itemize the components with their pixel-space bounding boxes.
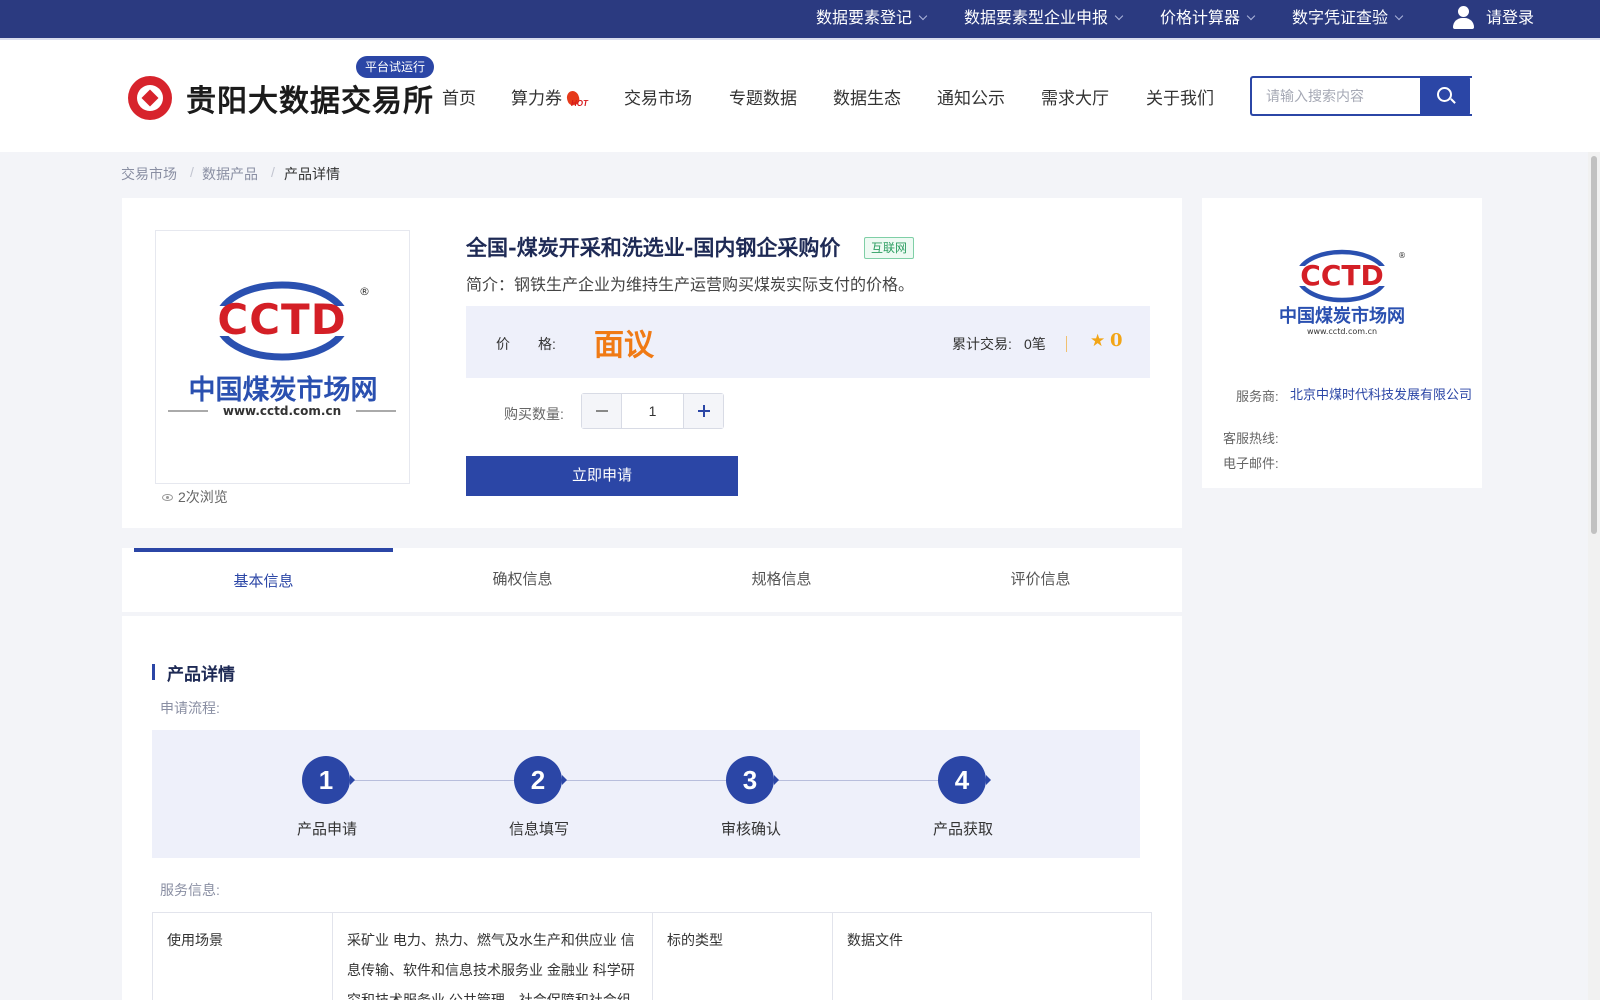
breadcrumb-separator: /: [190, 164, 194, 180]
table-cell-scene-label: 使用场景: [153, 913, 333, 1000]
price-value: 面议: [594, 328, 654, 363]
email-label: 电子邮件:: [1223, 456, 1279, 471]
step-1-circle: 1: [302, 756, 355, 804]
product-intro: 简介：钢铁生产企业为维持生产运营购买煤炭实际支付的价格。: [466, 275, 915, 294]
cctd-logo-image: CCTD ® 中国煤炭市场网 www.cctd.com.cn: [168, 281, 396, 418]
breadcrumb-current: 产品详情: [284, 166, 340, 182]
chevron-down-icon: [1394, 11, 1404, 21]
table-cell-scene-value: 采矿业 电力、热力、燃气及水生产和供应业 信息传输、软件和信息技术服务业 金融业…: [333, 913, 653, 1000]
topbar-item-data-registration[interactable]: 数据要素登记: [816, 0, 928, 38]
site-title[interactable]: 贵阳大数据交易所: [186, 76, 434, 120]
table-cell-type-value: 数据文件: [847, 932, 903, 948]
apply-now-button[interactable]: 立即申请: [466, 456, 738, 496]
tab-basic-info[interactable]: 基本信息: [134, 548, 393, 612]
tab-rights-info[interactable]: 确权信息: [393, 548, 652, 612]
view-count-label: 2次浏览: [178, 489, 228, 505]
category-tag: 互联网: [864, 237, 915, 259]
user-icon: [1452, 6, 1474, 30]
star-icon[interactable]: ★: [1090, 332, 1105, 349]
nav-demand-hall[interactable]: 需求大厅: [1041, 84, 1109, 109]
svg-text:CCTD: CCTD: [1300, 259, 1383, 292]
svg-text:中国煤炭市场网: 中国煤炭市场网: [1279, 305, 1405, 327]
chevron-down-icon: [918, 11, 928, 21]
nav-topic-data[interactable]: 专题数据: [729, 84, 797, 109]
exchange-logo-icon[interactable]: [128, 76, 172, 120]
eye-icon: [162, 494, 173, 501]
chevron-down-icon: [1246, 11, 1256, 21]
section-title: 产品详情: [152, 660, 235, 685]
service-info-table: 使用场景 采矿业 电力、热力、燃气及水生产和供应业 信息传输、软件和信息技术服务…: [152, 912, 1152, 1000]
svg-text:www.cctd.com.cn: www.cctd.com.cn: [223, 404, 341, 418]
chevron-down-icon: [1114, 11, 1124, 21]
hotline-label: 客服热线:: [1223, 431, 1279, 446]
plus-button[interactable]: [683, 394, 723, 428]
product-image: CCTD ® 中国煤炭市场网 www.cctd.com.cn: [155, 230, 410, 484]
nav-notices[interactable]: 通知公示: [937, 84, 1005, 109]
svg-text:中国煤炭市场网: 中国煤炭市场网: [189, 374, 378, 406]
topbar-item-label: 数据要素登记: [816, 10, 913, 27]
step-connector: [326, 780, 962, 781]
tab-review-info[interactable]: 评价信息: [911, 548, 1170, 612]
divider: [1066, 336, 1067, 352]
topbar-item-label: 数据要素型企业申报: [964, 10, 1109, 27]
service-provider-label: 服务商:: [1236, 389, 1279, 404]
svg-text:®: ®: [359, 285, 370, 298]
step-3-label: 审核确认: [720, 821, 781, 838]
scrollbar-thumb[interactable]: [1591, 156, 1597, 534]
topbar-item-label: 价格计算器: [1160, 10, 1241, 27]
service-provider-value[interactable]: 北京中煤时代科技发展有限公司: [1290, 386, 1476, 403]
nav-home[interactable]: 首页: [442, 84, 476, 109]
process-label: 申请流程:: [160, 700, 220, 716]
topbar-item-enterprise-report[interactable]: 数据要素型企业申报: [964, 0, 1124, 38]
step-2-label: 信息填写: [508, 821, 569, 838]
topbar-item-certificate-check[interactable]: 数字凭证查验: [1292, 0, 1404, 38]
svg-text:www.cctd.com.cn: www.cctd.com.cn: [1307, 327, 1377, 336]
top-bar: 数据要素登记 数据要素型企业申报 价格计算器 数字凭证查验 请登录: [0, 0, 1600, 38]
detail-tabs: 基本信息 确权信息 规格信息 评价信息: [122, 548, 1182, 612]
trial-badge: 平台试运行: [356, 56, 435, 78]
main-header: 贵阳大数据交易所 平台试运行 首页 算力券 HOT 交易市场 专题数据 数据生态…: [0, 38, 1600, 152]
star-count: 0: [1110, 330, 1123, 351]
tab-spec-info[interactable]: 规格信息: [652, 548, 911, 612]
quantity-input[interactable]: 1: [622, 394, 683, 428]
nav-compute-voucher[interactable]: 算力券: [511, 84, 562, 109]
step-4-circle: 4: [938, 756, 991, 804]
quantity-stepper: 1: [581, 393, 724, 429]
step-4-label: 产品获取: [932, 821, 993, 838]
step-2-circle: 2: [514, 756, 567, 804]
breadcrumb-separator: /: [271, 164, 275, 180]
trade-count-label: 累计交易:: [952, 336, 1012, 352]
hot-label: HOT: [571, 99, 588, 108]
service-info-label: 服务信息:: [160, 882, 220, 898]
trade-count-value: 0笔: [1024, 336, 1046, 352]
quantity-label: 购买数量:: [504, 406, 564, 422]
price-panel: 价 格: 面议 累计交易: 0笔 ★ 0: [466, 306, 1150, 378]
product-title: 全国-煤炭开采和洗选业-国内钢企采购价: [466, 235, 841, 260]
view-count: 2次浏览: [162, 487, 228, 507]
nav-data-ecosystem[interactable]: 数据生态: [833, 84, 901, 109]
step-1-label: 产品申请: [296, 821, 357, 838]
nav-market[interactable]: 交易市场: [624, 84, 692, 109]
login-label: 请登录: [1486, 10, 1535, 27]
svg-text:®: ®: [1398, 251, 1406, 260]
breadcrumb-data-products[interactable]: 数据产品: [202, 164, 258, 184]
nav-about-us[interactable]: 关于我们: [1146, 84, 1214, 109]
svg-text:CCTD: CCTD: [217, 295, 346, 344]
minus-button[interactable]: [582, 394, 622, 428]
topbar-item-label: 数字凭证查验: [1292, 10, 1389, 27]
topbar-item-price-calculator[interactable]: 价格计算器: [1160, 0, 1256, 38]
page-scrollbar[interactable]: [1588, 152, 1600, 1000]
hot-icon: HOT: [565, 89, 593, 111]
provider-logo: CCTD ® 中国煤炭市场网 www.cctd.com.cn: [1279, 249, 1406, 336]
price-label: 价 格:: [496, 336, 556, 352]
breadcrumb-market[interactable]: 交易市场: [121, 164, 177, 184]
table-cell-type-label: 标的类型: [653, 913, 833, 1000]
step-3-circle: 3: [726, 756, 779, 804]
search-button[interactable]: [1420, 76, 1470, 116]
